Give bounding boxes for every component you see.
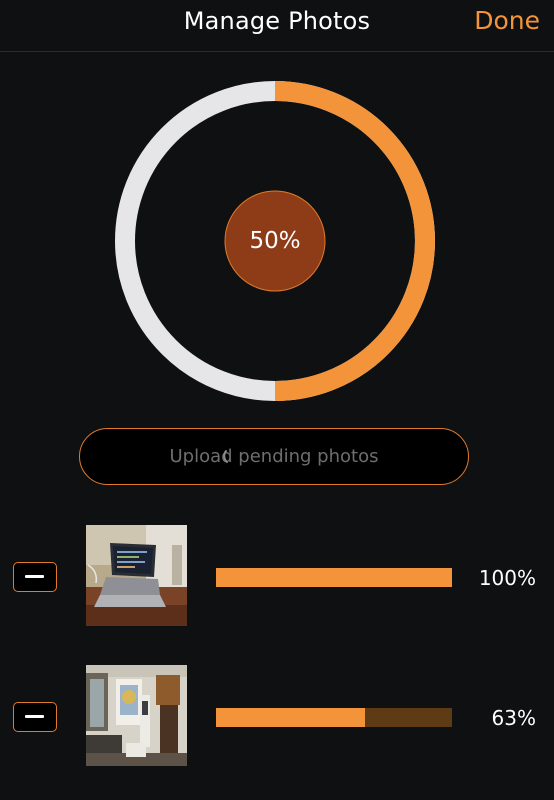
spinner-icon [223, 450, 228, 463]
photo-upload-progress [216, 568, 452, 587]
remove-photo-button[interactable] [13, 562, 57, 592]
upload-pending-photos-button[interactable]: Upload pending photos [79, 428, 469, 485]
overall-percent-label: 50% [249, 228, 301, 254]
photo-upload-percent: 100% [478, 566, 536, 590]
navigation-bar: Manage Photos Done [0, 0, 554, 52]
minus-icon [25, 715, 44, 718]
minus-icon [25, 575, 44, 578]
photo-row: 63% [0, 665, 554, 769]
photo-upload-progress-fill [216, 708, 365, 727]
photo-row: 100% [0, 525, 554, 629]
done-button[interactable]: Done [474, 6, 540, 35]
page-title: Manage Photos [183, 7, 371, 35]
overall-progress-ring: 50% [115, 81, 435, 401]
photo-thumbnail-laptop [86, 525, 187, 626]
photo-upload-percent: 63% [491, 706, 536, 730]
photo-upload-progress [216, 708, 452, 727]
photo-thumbnail-room [86, 665, 187, 766]
upload-button-label: Upload pending photos [169, 446, 379, 467]
photo-upload-progress-fill [216, 568, 452, 587]
remove-photo-button[interactable] [13, 702, 57, 732]
